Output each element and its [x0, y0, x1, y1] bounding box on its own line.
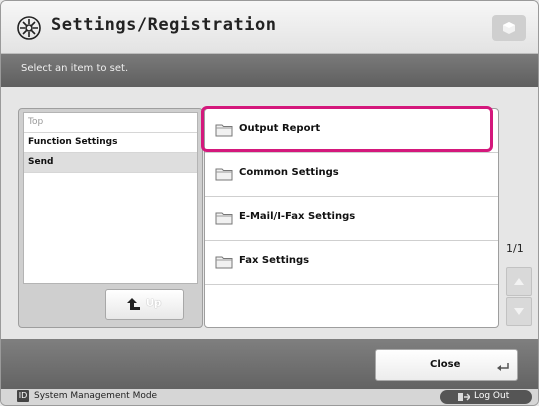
- folder-icon: [215, 256, 233, 269]
- list-item-email-ifax-settings[interactable]: E-Mail/I-Fax Settings: [205, 197, 498, 241]
- tree-panel: Top Function Settings Send Up: [18, 108, 203, 328]
- page-down-button[interactable]: [506, 297, 532, 326]
- page-indicator: 1/1: [506, 242, 524, 255]
- logout-icon: [458, 393, 470, 401]
- cube-icon: [503, 22, 515, 34]
- page-title: Settings/Registration: [51, 15, 277, 35]
- bottom-bar: Close: [1, 339, 538, 389]
- close-button-label: Close: [430, 359, 461, 370]
- list-item-label: E-Mail/I-Fax Settings: [239, 211, 356, 222]
- tree-item-function-settings[interactable]: Function Settings: [24, 133, 197, 153]
- up-button[interactable]: Up: [105, 289, 184, 320]
- status-monitor-button[interactable]: [492, 15, 526, 41]
- list-item-common-settings[interactable]: Common Settings: [205, 153, 498, 197]
- main-area: Top Function Settings Send Up Output Rep…: [1, 87, 538, 339]
- logout-button[interactable]: Log Out: [440, 390, 532, 404]
- tree-item-top[interactable]: Top: [24, 113, 197, 133]
- tree-list: Top Function Settings Send: [23, 112, 198, 284]
- list-item-fax-settings[interactable]: Fax Settings: [205, 241, 498, 285]
- folder-icon: [215, 212, 233, 225]
- return-arrow-icon: [497, 363, 509, 371]
- mode-text: System Management Mode: [34, 391, 158, 401]
- up-arrow-icon: [127, 298, 140, 310]
- list-item-label: Common Settings: [239, 167, 339, 178]
- list-item-output-report[interactable]: Output Report: [205, 109, 498, 153]
- folder-icon: [215, 168, 233, 181]
- page-up-button[interactable]: [506, 267, 532, 296]
- instruction-text: Select an item to set.: [21, 63, 129, 74]
- triangle-up-icon: [514, 278, 524, 285]
- close-button[interactable]: Close: [375, 349, 518, 381]
- list-item-label: Output Report: [239, 123, 321, 134]
- tree-item-send[interactable]: Send: [24, 153, 197, 173]
- header-bar: Settings/Registration: [1, 1, 538, 54]
- settings-list: Output Report Common Settings E-Mail/I-F…: [204, 108, 499, 328]
- logout-label: Log Out: [474, 391, 510, 401]
- settings-window: Settings/Registration Select an item to …: [0, 0, 539, 406]
- folder-icon: [215, 124, 233, 137]
- instruction-band: Select an item to set.: [1, 54, 538, 87]
- status-bar: ID System Management Mode Log Out: [1, 389, 538, 405]
- up-button-label: Up: [146, 298, 162, 309]
- id-icon: ID: [17, 390, 29, 402]
- list-item-label: Fax Settings: [239, 255, 310, 266]
- settings-registration-icon: [17, 16, 41, 40]
- triangle-down-icon: [514, 308, 524, 315]
